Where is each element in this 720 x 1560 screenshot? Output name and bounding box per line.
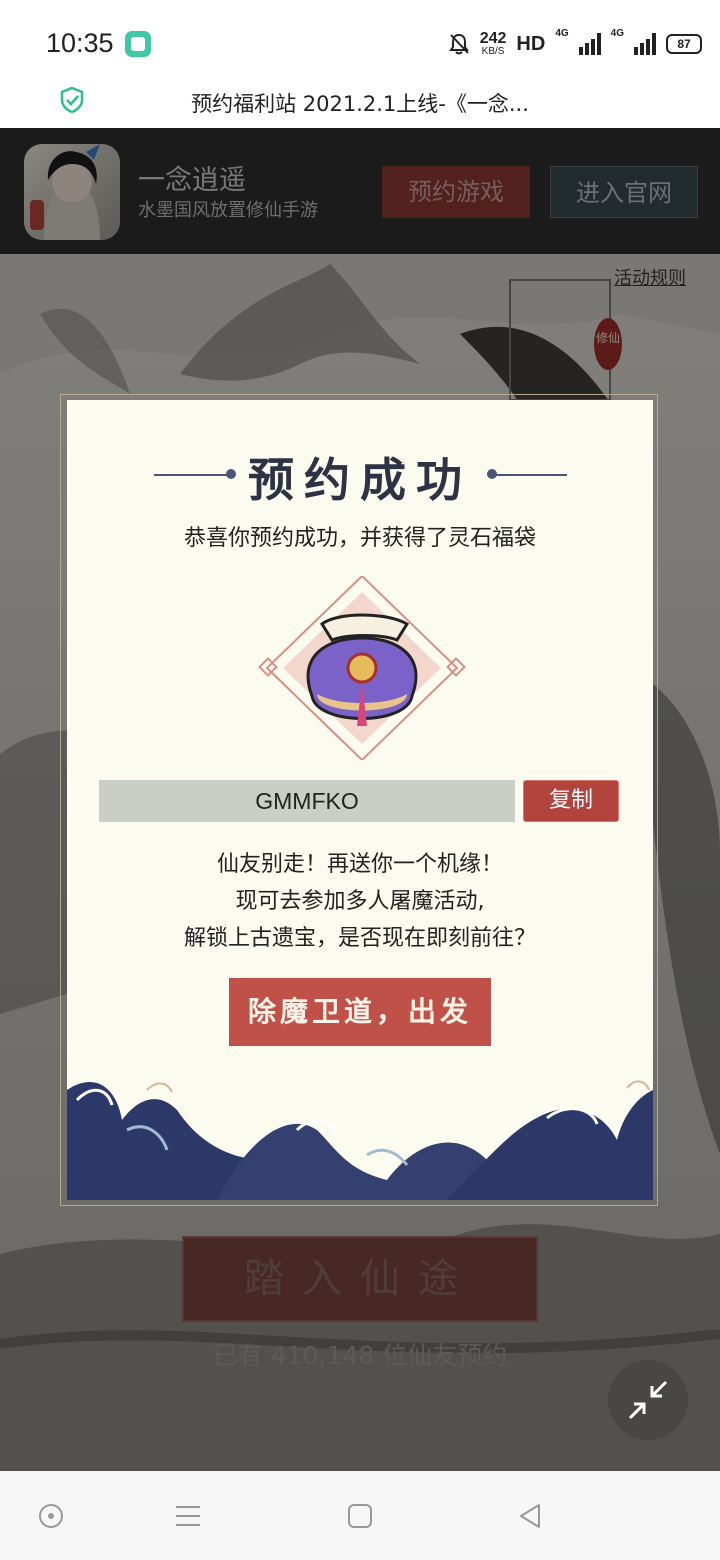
network-speed: 242 KB/S: [479, 30, 507, 57]
title-divider-right: [489, 474, 567, 476]
ocean-waves-decoration: [67, 1080, 653, 1200]
copy-button[interactable]: 复制: [523, 780, 619, 822]
reservation-success-dialog: 预约成功 恭喜你预约成功，并获得了灵石福袋 GMMFKO 复制 仙友别走！再送你…: [67, 400, 653, 1200]
app-icon: [125, 31, 151, 57]
collapse-icon: [628, 1380, 668, 1420]
mute-icon: [448, 33, 469, 55]
network-type-1: 4G: [555, 28, 569, 39]
gift-code-field[interactable]: GMMFKO: [99, 780, 515, 822]
message-line-1: 仙友别走！再送你一个机缘！: [216, 852, 503, 877]
dialog-subtitle: 恭喜你预约成功，并获得了灵石福袋: [183, 526, 536, 551]
activity-rules-link[interactable]: 活动规则: [614, 264, 686, 290]
nav-home-icon[interactable]: [36, 1501, 66, 1531]
signal-icon: [634, 33, 656, 55]
message-line-2: 现可去参加多人屠魔活动,: [235, 889, 485, 914]
battery-icon: 87: [666, 34, 702, 54]
nav-back-icon[interactable]: [515, 1501, 545, 1531]
dialog-title: 预约成功: [248, 453, 472, 507]
status-indicators: 242 KB/S HD 4G 4G 87: [448, 28, 702, 60]
message-line-3: 解锁上古遗宝，是否现在即刻前往？: [183, 926, 536, 951]
system-navigation-bar: [0, 1471, 720, 1560]
nav-menu-icon[interactable]: [173, 1501, 203, 1531]
collapse-button[interactable]: [608, 1360, 688, 1440]
nav-recent-icon[interactable]: [345, 1501, 375, 1531]
status-bar: 10:35 242 KB/S HD 4G 4G 87: [0, 0, 720, 88]
status-time: 10:35: [46, 28, 114, 58]
go-to-event-button[interactable]: 除魔卫道，出发: [229, 978, 491, 1046]
signal-icon: [578, 33, 601, 55]
page-title: 预约福利站 2021.2.1上线-《一念...: [191, 92, 529, 116]
hd-indicator: HD: [516, 32, 546, 55]
lucky-bag-icon: [258, 576, 466, 760]
browser-title-bar: 预约福利站 2021.2.1上线-《一念...: [0, 86, 720, 128]
network-type-2: 4G: [610, 28, 624, 39]
